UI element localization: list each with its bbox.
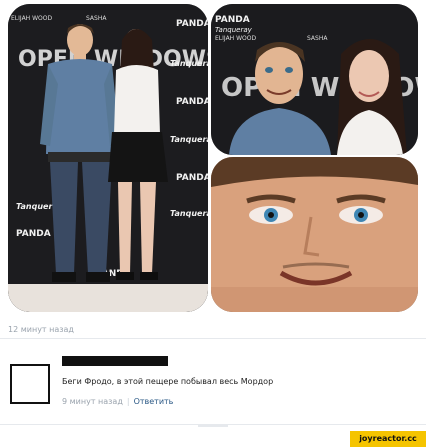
avatar[interactable] [10,364,50,404]
backdrop-name-left: ELIJAH WOOD [11,15,52,22]
photo-collage: ELIJAH WOOD SASHA OPEN WINDOWS PANDA Tan… [0,0,426,318]
closeup-pair-illustration: ELIJAH WOOD SASHA PANDA Tanqueray OPEN W… [211,4,418,155]
site-watermark: joyreactor.cc [350,431,426,447]
meta-separator: | [126,397,130,406]
backdrop-name-left: ELIJAH WOOD [215,35,256,42]
svg-text:Tanqueray: Tanqueray [170,135,208,144]
svg-text:PANDA: PANDA [176,19,208,29]
comment-meta: 9 минут назад | Ответить [62,397,173,406]
redacted-author-name [62,356,168,366]
main-photo[interactable]: ELIJAH WOOD SASHA OPEN WINDOWS PANDA Tan… [8,4,208,312]
main-photo-illustration: ELIJAH WOOD SASHA OPEN WINDOWS PANDA Tan… [8,4,208,312]
reply-link[interactable]: Ответить [134,397,174,406]
closeup-photo-pair[interactable]: ELIJAH WOOD SASHA PANDA Tanqueray OPEN W… [211,4,418,155]
woman-bust [337,39,407,155]
svg-text:Tanqueray: Tanqueray [170,209,208,218]
section-divider [0,338,426,339]
backdrop-sponsor: PANDA [215,15,250,25]
comment-time[interactable]: 9 минут назад [62,397,123,406]
face-closeup-photo[interactable] [211,157,418,312]
svg-text:Tanqueray: Tanqueray [170,59,208,68]
svg-text:PANDA: PANDA [176,97,208,107]
post-timestamp: 12 минут назад [8,325,74,334]
comment-text: Беги Фродо, в этой пещере побывал весь М… [62,377,274,386]
svg-text:PANDA: PANDA [176,173,208,183]
backdrop-name-right: SASHA [307,35,328,42]
bottom-divider-tick [198,425,228,427]
face-closeup-illustration [211,157,418,312]
svg-text:PANDA: PANDA [16,229,51,239]
backdrop-brand: Tanqueray [215,26,253,34]
comment-item: Беги Фродо, в этой пещере побывал весь М… [0,346,426,406]
backdrop-name-right: SASHA [86,15,107,22]
